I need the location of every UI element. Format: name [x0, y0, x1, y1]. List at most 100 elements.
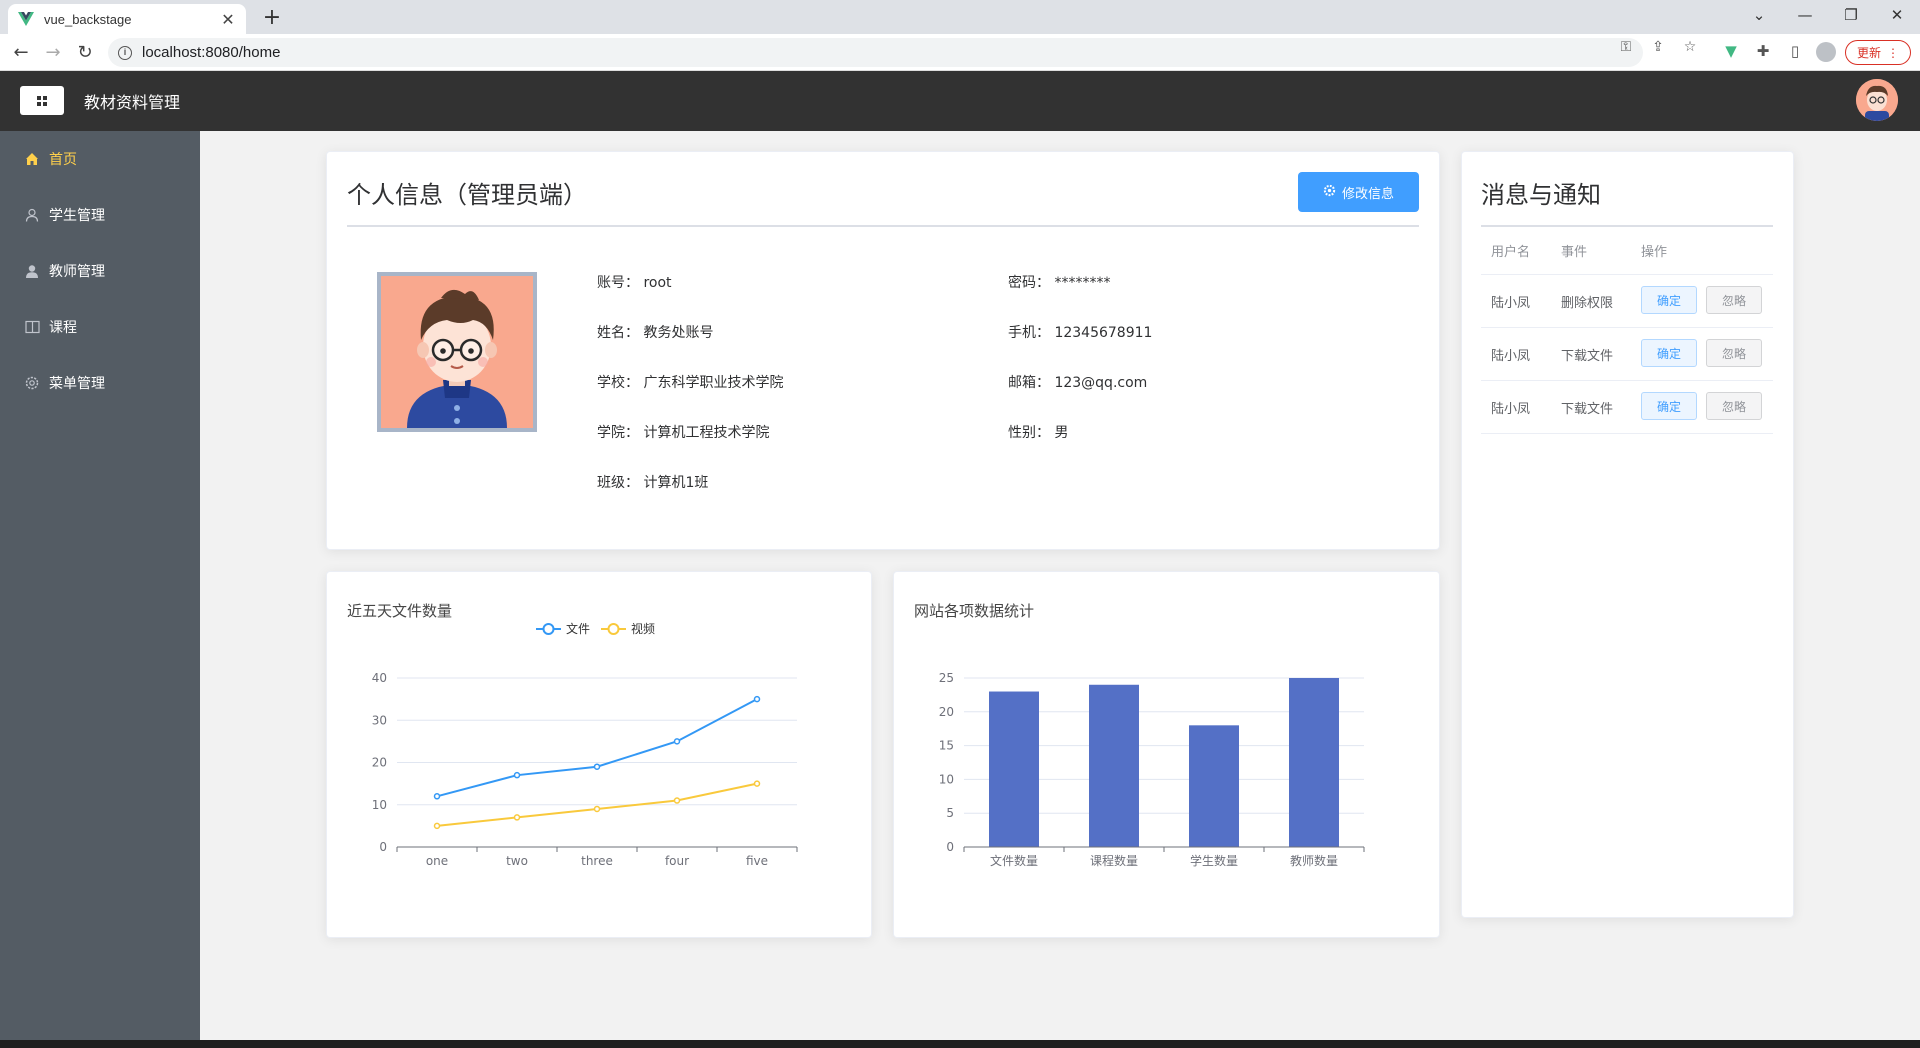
field-label: 姓名：: [597, 325, 639, 341]
series-line: [436, 698, 758, 798]
field-gender: 性别： 男: [1008, 422, 1068, 442]
minimize-button[interactable]: —: [1782, 0, 1828, 30]
confirm-button[interactable]: 确定: [1641, 339, 1697, 367]
y-tick-label: 30: [372, 713, 387, 727]
reload-icon[interactable]: ↻: [72, 40, 98, 66]
row-event: 下载文件: [1561, 349, 1614, 364]
ignore-button[interactable]: 忽略: [1706, 392, 1762, 420]
field-label: 密码：: [1008, 275, 1050, 291]
vue-logo-icon: [18, 12, 34, 26]
restore-button[interactable]: ❐: [1828, 0, 1874, 30]
notifications-card: [1461, 151, 1794, 918]
column-header-event: 事件: [1561, 245, 1588, 260]
field-label: 学校：: [597, 375, 639, 391]
browser-tab[interactable]: vue_backstage ✕: [8, 4, 246, 34]
profile-avatar: [377, 272, 537, 432]
confirm-button[interactable]: 确定: [1641, 286, 1697, 314]
field-phone: 手机： 12345678911: [1008, 322, 1152, 342]
data-point: [593, 805, 601, 813]
notifications-title: 消息与通知: [1481, 181, 1601, 209]
update-button[interactable]: 更新 ⋮: [1845, 40, 1911, 65]
row-user: 陆小凤: [1491, 296, 1531, 311]
row-user: 陆小凤: [1491, 402, 1531, 417]
tab-close-icon[interactable]: ✕: [220, 10, 236, 29]
taskbar: [0, 1040, 1920, 1048]
sidebar: 首页 学生管理 教师管理 课程 菜单管理: [0, 131, 200, 1041]
gear-icon: [1323, 184, 1336, 201]
forward-icon[interactable]: →: [40, 40, 66, 66]
legend-marker: [542, 623, 555, 635]
ignore-button[interactable]: 忽略: [1706, 286, 1762, 314]
field-label: 邮箱：: [1008, 375, 1050, 391]
menu-toggle-button[interactable]: [20, 86, 64, 115]
close-window-button[interactable]: ✕: [1874, 0, 1920, 30]
user-icon: [24, 207, 40, 223]
y-tick-label: 5: [946, 806, 954, 820]
user-avatar[interactable]: [1856, 79, 1898, 121]
field-value: 123@qq.com: [1054, 375, 1148, 391]
tab-search-icon[interactable]: ⌄: [1736, 0, 1782, 30]
sidebar-item-label: 课程: [49, 320, 77, 336]
address-bar[interactable]: i localhost:8080/home: [108, 38, 1643, 67]
field-label: 性别：: [1008, 425, 1050, 441]
field-value: 教务处账号: [643, 325, 714, 341]
extensions-icon[interactable]: ✚: [1752, 42, 1774, 60]
sidebar-item-courses[interactable]: 课程: [0, 299, 200, 355]
sidebar-item-students[interactable]: 学生管理: [0, 187, 200, 243]
row-user: 陆小凤: [1491, 349, 1531, 364]
avatar-image: [1856, 79, 1898, 121]
browser-toolbar: ← → ↻ i localhost:8080/home ⚿ ⇪ ☆ ▼ ✚ ▯ …: [0, 34, 1920, 71]
sidebar-item-label: 教师管理: [49, 264, 105, 280]
data-point: [513, 771, 521, 779]
y-tick-label: 25: [939, 671, 954, 685]
bar: [1089, 684, 1139, 847]
data-point: [513, 814, 521, 821]
bar: [989, 691, 1039, 847]
sidebar-item-label: 菜单管理: [49, 376, 105, 392]
bookmark-star-icon[interactable]: ☆: [1680, 39, 1700, 55]
x-tick-label: four: [665, 854, 689, 868]
x-tick-label: one: [426, 854, 448, 868]
profile-icon[interactable]: [1816, 42, 1836, 62]
profile-divider: [347, 225, 1419, 227]
key-icon[interactable]: ⚿: [1616, 39, 1636, 55]
gear-icon: [24, 375, 40, 391]
sidebar-item-menus[interactable]: 菜单管理: [0, 355, 200, 411]
avatar-image: [381, 276, 533, 428]
side-panel-icon[interactable]: ▯: [1784, 42, 1806, 60]
y-tick-label: 10: [939, 772, 954, 786]
ignore-button[interactable]: 忽略: [1706, 339, 1762, 367]
column-header-action: 操作: [1641, 245, 1668, 260]
back-icon[interactable]: ←: [8, 40, 34, 66]
data-point: [753, 695, 761, 703]
x-tick-label: three: [581, 854, 613, 868]
sidebar-item-home[interactable]: 首页: [0, 131, 200, 187]
field-value: 计算机工程技术学院: [643, 425, 770, 441]
sidebar-item-teachers[interactable]: 教师管理: [0, 243, 200, 299]
edit-info-button[interactable]: 修改信息: [1298, 172, 1419, 212]
field-value: ********: [1054, 275, 1111, 291]
edit-info-label: 修改信息: [1341, 186, 1394, 202]
app-title: 教材资料管理: [84, 93, 181, 112]
share-icon[interactable]: ⇪: [1648, 39, 1668, 55]
legend-label: 视频: [631, 621, 655, 636]
browser-tab-bar: vue_backstage ✕ + ⌄ — ❐ ✕: [0, 0, 1920, 34]
update-label: 更新: [1856, 46, 1881, 60]
field-label: 账号：: [597, 275, 639, 291]
field-college: 学院： 计算机工程技术学院: [597, 422, 769, 442]
field-label: 手机：: [1008, 325, 1050, 341]
book-icon: [24, 319, 40, 335]
field-value: 12345678911: [1054, 325, 1153, 341]
new-tab-button[interactable]: +: [258, 4, 286, 32]
field-label: 学院：: [597, 425, 639, 441]
vue-devtools-icon[interactable]: ▼: [1720, 42, 1742, 60]
legend-label: 文件: [566, 621, 590, 636]
y-tick-label: 0: [946, 840, 954, 854]
y-tick-label: 20: [939, 705, 954, 719]
y-tick-label: 40: [372, 671, 387, 685]
site-info-icon[interactable]: i: [118, 45, 132, 60]
field-password: 密码： ********: [1008, 272, 1110, 292]
confirm-button[interactable]: 确定: [1641, 392, 1697, 420]
sidebar-item-label: 学生管理: [49, 208, 105, 224]
data-point: [593, 763, 601, 770]
